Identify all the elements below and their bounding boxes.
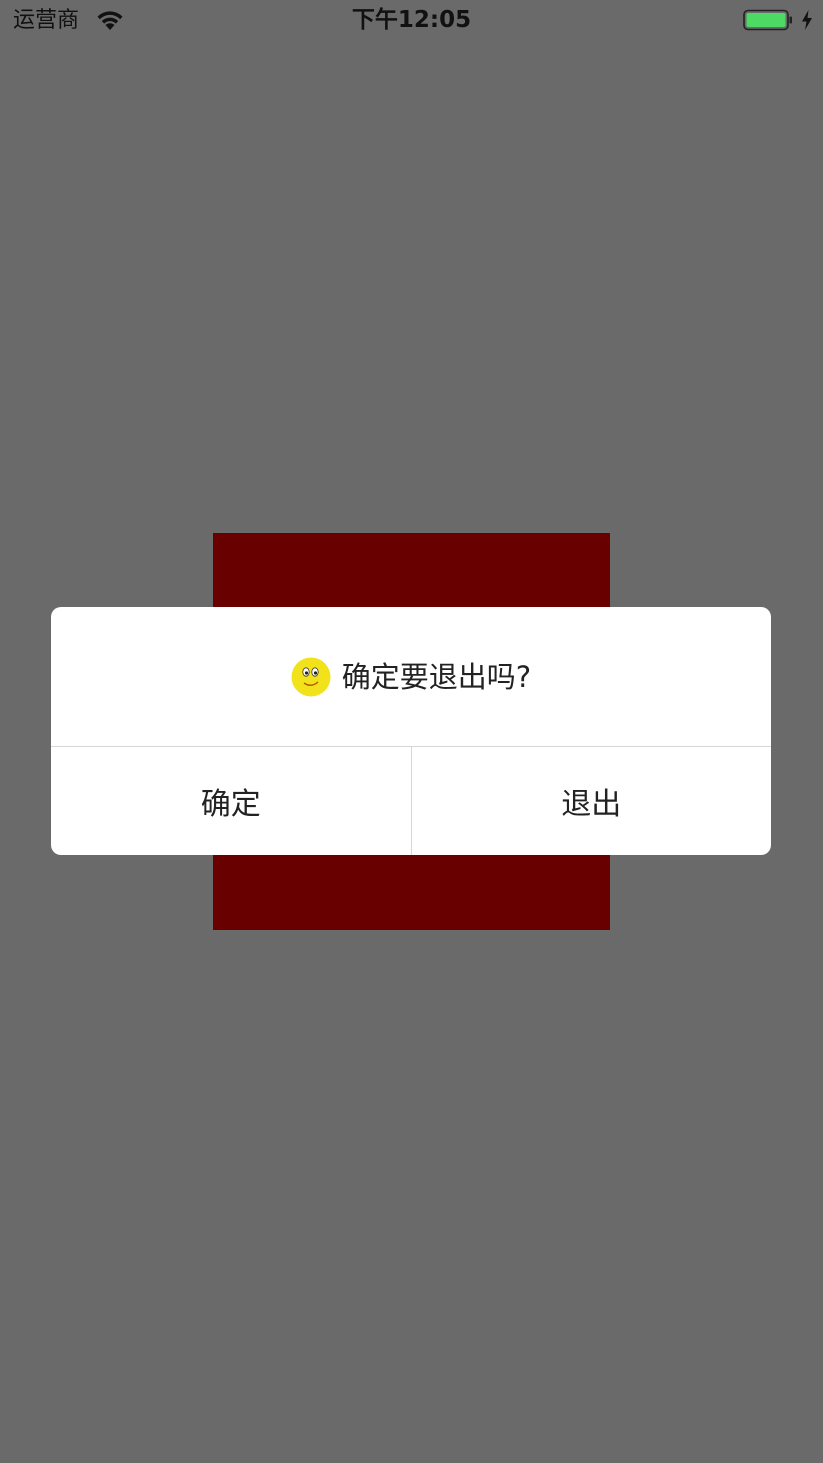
dialog-message-row: 确定要退出吗? [51,607,771,746]
status-bar: 运营商 下午12:05 [0,0,823,44]
clock: 下午12:05 [351,7,472,33]
exit-confirm-dialog: 确定要退出吗? 确定 退出 [51,607,771,855]
exit-button[interactable]: 退出 [412,747,772,855]
battery-icon [743,9,792,31]
app-screen: 运营商 下午12:05 确定要退出吗? 确定 退出 [0,0,823,1463]
dialog-button-row: 确定 退出 [51,747,771,855]
confirm-button[interactable]: 确定 [51,747,411,855]
smiley-face-icon [291,657,331,696]
charging-bolt-icon [802,10,812,30]
dialog-message: 确定要退出吗? [341,659,532,694]
